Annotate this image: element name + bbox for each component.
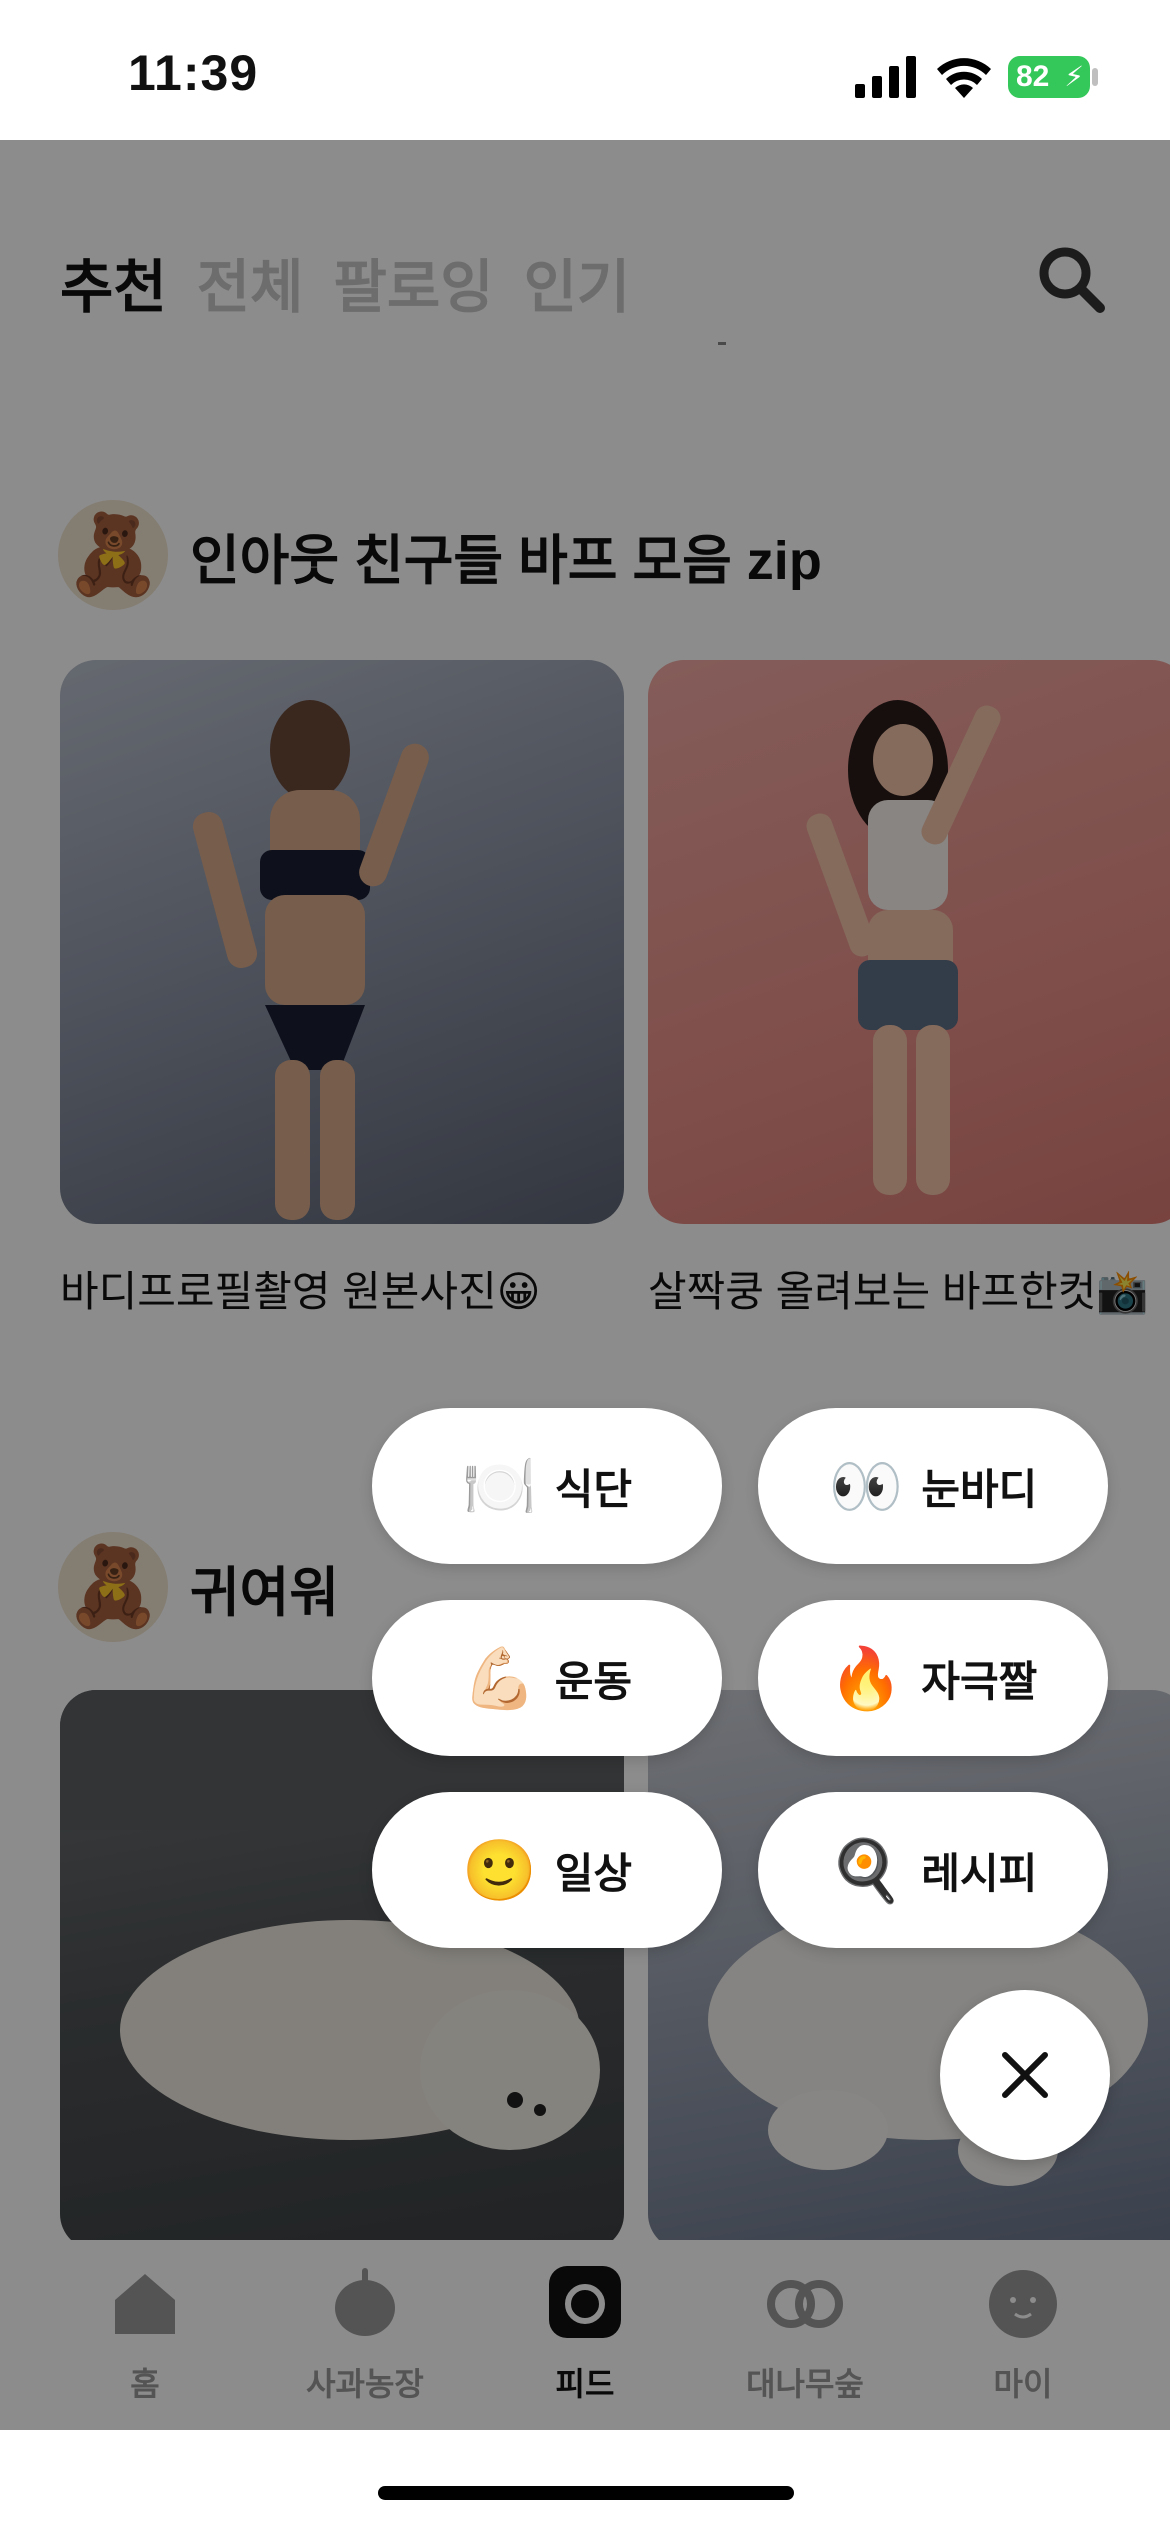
plate-icon: 🍽️ — [462, 1452, 537, 1520]
frying-pan-icon: 🍳 — [828, 1836, 904, 1904]
category-chip-recipe[interactable]: 🍳 레시피 — [758, 1792, 1108, 1948]
chip-label: 눈바디 — [921, 1465, 1038, 1513]
category-chip-daily[interactable]: 🙂 일상 — [372, 1792, 722, 1948]
chip-label: 식단 — [554, 1465, 632, 1513]
wifi-icon — [937, 58, 991, 98]
status-bar: 11:39 82 ⚡ — [0, 0, 1170, 140]
smile-icon: 🙂 — [462, 1836, 537, 1904]
chip-label: 레시피 — [921, 1849, 1038, 1897]
category-chip-motivation[interactable]: 🔥 자극짤 — [758, 1600, 1108, 1756]
category-chip-diet[interactable]: 🍽️ 식단 — [372, 1408, 722, 1564]
category-chip-workout[interactable]: 💪🏻 운동 — [372, 1600, 722, 1756]
flexed-bicep-icon: 💪🏻 — [462, 1644, 537, 1712]
status-time: 11:39 — [128, 45, 259, 101]
battery-level: 82 — [1016, 60, 1050, 93]
battery-icon: 82 ⚡ — [1008, 56, 1090, 98]
chip-label: 일상 — [554, 1849, 632, 1897]
category-chip-eye-body[interactable]: 👀 눈바디 — [758, 1408, 1108, 1564]
cellular-signal-icon — [855, 56, 916, 98]
close-icon — [1002, 2052, 1048, 2098]
home-indicator[interactable] — [378, 2486, 794, 2500]
eyes-emoji-icon: 👀 — [828, 1452, 904, 1520]
battery-cap — [1092, 68, 1098, 86]
charging-bolt-icon: ⚡ — [1064, 61, 1084, 92]
chip-label: 자극짤 — [921, 1657, 1038, 1705]
fire-icon: 🔥 — [828, 1644, 904, 1712]
chip-label: 운동 — [554, 1657, 632, 1705]
close-menu-button[interactable] — [940, 1990, 1110, 2160]
home-indicator-area — [0, 2430, 1170, 2532]
